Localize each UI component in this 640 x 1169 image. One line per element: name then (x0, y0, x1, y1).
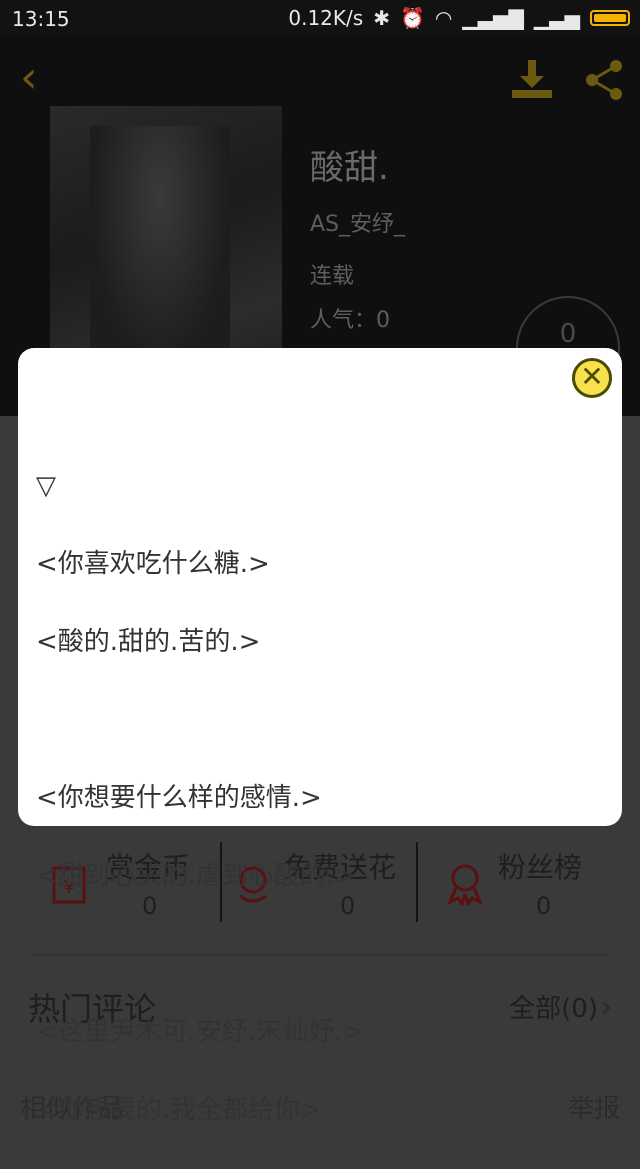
book-intro-text: ▽ <你喜欢吃什么糖.> <酸的.甜的.苦的.> <你想要什么样的感情.> <甜… (36, 428, 596, 1169)
book-intro-dialog: ✕ ▽ <你喜欢吃什么糖.> <酸的.甜的.苦的.> <你想要什么样的感情.> … (18, 348, 622, 1125)
intro-line: <你想要什么样的感情.> (36, 783, 322, 813)
chevron-right-icon[interactable]: › (601, 990, 612, 1023)
status-bar: 13:15 0.12K/s ✱ ⏰ ◠ ▁▃▅▇ ▁▃▅ (0, 0, 640, 36)
download-icon[interactable] (508, 56, 556, 104)
alarm-icon: ⏰ (399, 6, 425, 30)
signal-icon: ▁▃▅▇ (462, 6, 524, 30)
status-indicators: 0.12K/s ✱ ⏰ ◠ ▁▃▅▇ ▁▃▅ (288, 6, 630, 30)
close-icon[interactable]: ✕ (572, 358, 612, 398)
intro-line: <你喜欢吃什么糖.> (36, 549, 270, 579)
signal-icon-2: ▁▃▅ (533, 6, 580, 30)
intro-line: <酸的.甜的.苦的.> (36, 627, 261, 657)
back-icon[interactable]: ‹ (20, 56, 60, 100)
wifi-icon: ◠ (434, 6, 453, 30)
score-value: 0 (559, 319, 577, 349)
intro-line (36, 935, 596, 974)
status-time: 13:15 (12, 7, 70, 31)
intro-line (36, 701, 596, 740)
network-speed: 0.12K/s (288, 6, 364, 30)
battery-icon (590, 10, 630, 26)
intro-line: <你想要的.我全都给你> (36, 1095, 322, 1125)
book-status: 连载 (310, 264, 355, 289)
intro-line: <这里尹木可.安纾.宋灿妤.> (36, 1017, 365, 1047)
book-author[interactable]: AS_安纾_ (310, 206, 405, 238)
intro-line: <甜到心头的.虐到心酸的.> (36, 861, 357, 891)
book-title: 酸甜. (310, 148, 389, 188)
share-icon[interactable] (580, 56, 628, 104)
book-popularity: 人气：0 (310, 308, 390, 333)
bluetooth-icon: ✱ (373, 6, 390, 30)
intro-line: ▽ (36, 471, 56, 501)
